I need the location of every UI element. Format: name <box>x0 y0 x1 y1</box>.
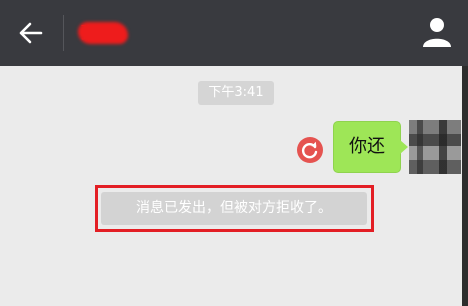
avatar[interactable] <box>409 120 461 174</box>
title-divider <box>63 15 64 51</box>
arrow-left-icon <box>19 22 43 44</box>
window-edge <box>462 66 468 306</box>
back-button[interactable] <box>10 14 50 52</box>
sent-message-bubble[interactable]: 你还 <box>333 121 408 173</box>
chat-info-button[interactable] <box>418 14 456 50</box>
title-bar: 张三 <box>0 0 468 66</box>
system-notice: 消息已发出，但被对方拒收了。 <box>101 192 367 225</box>
name-redaction <box>78 22 128 44</box>
person-icon <box>423 18 451 47</box>
refresh-glyph <box>301 141 318 159</box>
resend-icon[interactable] <box>297 137 323 163</box>
message-timestamp: 下午3:41 <box>198 81 274 105</box>
